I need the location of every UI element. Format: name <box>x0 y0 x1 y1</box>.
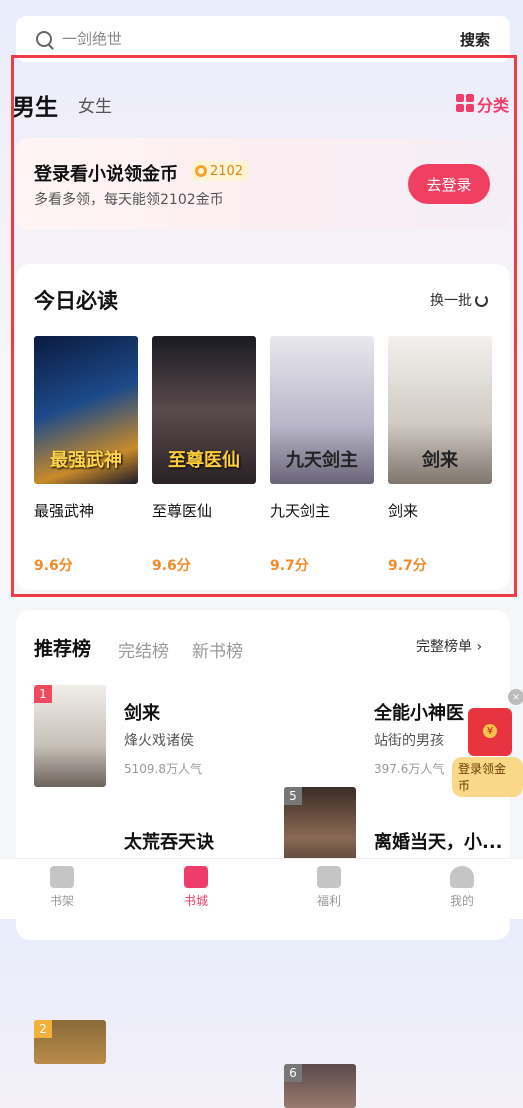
rank-author: 烽火戏诸侯 <box>124 733 194 749</box>
nav-bookshelf[interactable]: 书架 <box>32 866 92 909</box>
nav-profile[interactable]: 我的 <box>432 866 492 909</box>
tab-new[interactable]: 新书榜 <box>192 637 243 662</box>
nav-label: 福利 <box>316 894 341 908</box>
full-list-link[interactable]: 完整榜单 › <box>416 636 482 656</box>
rank-number: 6 <box>284 1064 302 1082</box>
rank-number: 2 <box>34 1020 52 1038</box>
rank-title[interactable]: 离婚当天，小... <box>374 828 503 854</box>
rank-number: 5 <box>284 787 302 805</box>
nav-label: 我的 <box>449 894 474 908</box>
rank-title[interactable]: 太荒吞天诀 <box>124 828 214 854</box>
rank-cover[interactable]: 6 <box>284 1064 356 1108</box>
tab-recommend[interactable]: 推荐榜 <box>34 634 91 661</box>
login-coin-float-button[interactable]: 登录领金币 <box>452 757 523 797</box>
gift-icon <box>317 866 341 888</box>
nav-label: 书架 <box>49 894 74 908</box>
rank-popularity: 397.6万人气 <box>374 762 445 776</box>
nav-label: 书城 <box>183 894 208 908</box>
red-envelope-icon[interactable] <box>468 708 512 756</box>
nav-welfare[interactable]: 福利 <box>299 866 359 909</box>
rank-title[interactable]: 剑来 <box>124 699 160 725</box>
rank-number: 1 <box>34 685 52 703</box>
tab-completed[interactable]: 完结榜 <box>118 637 169 662</box>
rank-title[interactable]: 全能小神医 <box>374 699 464 725</box>
rank-author: 站街的男孩 <box>374 733 444 749</box>
bookshelf-icon <box>50 866 74 888</box>
profile-icon <box>450 866 474 888</box>
close-icon[interactable]: × <box>508 689 523 705</box>
nav-bookstore[interactable]: 书城 <box>166 866 226 909</box>
rank-cover[interactable]: 1 <box>34 685 106 787</box>
rank-cover[interactable]: 2 <box>34 1020 106 1064</box>
bookstore-icon <box>184 866 208 888</box>
rank-popularity: 5109.8万人气 <box>124 762 202 776</box>
